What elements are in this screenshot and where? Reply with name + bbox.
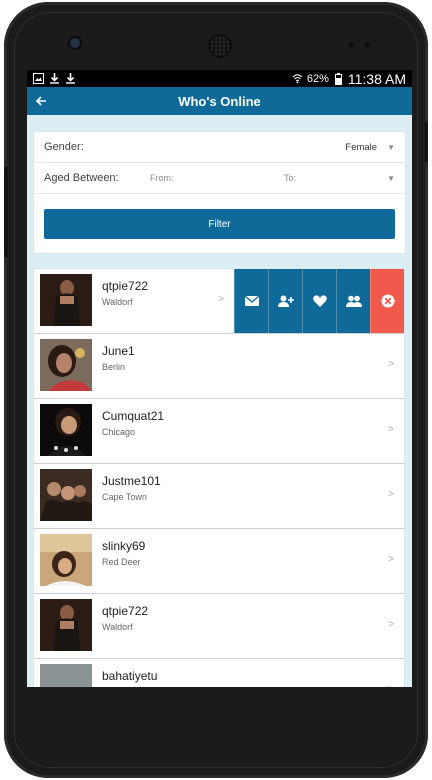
row-actions [234, 269, 404, 333]
age-range-row: Aged Between: From: To: ▼ [34, 163, 405, 194]
age-to-input[interactable]: To: [284, 173, 296, 183]
avatar [40, 599, 92, 651]
age-label: Aged Between: [44, 172, 119, 184]
favorite-button[interactable] [302, 269, 336, 333]
heart-icon [312, 295, 327, 307]
username: June1 [102, 344, 135, 358]
dismiss-button[interactable] [370, 269, 404, 333]
back-button[interactable] [27, 87, 55, 115]
avatar [40, 534, 92, 586]
list-item[interactable]: June1 Berlin > [34, 334, 404, 399]
clock: 11:38 AM [347, 70, 406, 87]
chevron-right-icon: > [388, 359, 394, 370]
proximity-sensor [348, 42, 354, 48]
chevron-down-icon[interactable]: ▼ [387, 174, 395, 183]
back-arrow-icon [35, 96, 46, 106]
list-item[interactable]: bahatiyetu > [34, 659, 404, 687]
friends-button[interactable] [336, 269, 370, 333]
username: bahatiyetu [102, 669, 158, 683]
avatar [40, 664, 92, 687]
username: Cumquat21 [102, 409, 165, 423]
avatar [40, 469, 92, 521]
list-item[interactable]: Cumquat21 Chicago > [34, 399, 404, 464]
gender-row[interactable]: Gender: Female ▼ [34, 132, 405, 163]
list-item[interactable]: Justme101 Cape Town > [34, 464, 404, 529]
user-location: Waldorf [102, 622, 133, 632]
filter-button[interactable]: Filter [44, 209, 395, 239]
chevron-right-icon: > [218, 294, 224, 305]
username: slinky69 [102, 539, 146, 553]
gender-select-value[interactable]: Female [345, 142, 377, 153]
add-friend-button[interactable] [268, 269, 302, 333]
user-location: Chicago [102, 427, 136, 437]
chevron-right-icon: > [388, 619, 394, 630]
user-location: Waldorf [102, 297, 133, 307]
chevron-down-icon: ▼ [387, 142, 395, 152]
phone-frame: 62% 11:38 AM Who's Online Gender: Female… [4, 2, 428, 778]
add-friend-icon [277, 295, 294, 307]
gallery-icon [33, 73, 44, 84]
age-from-input[interactable]: From: [150, 173, 284, 183]
friends-icon [345, 295, 362, 307]
chevron-right-icon: > [388, 489, 394, 500]
light-sensor [364, 42, 370, 48]
app-bar: Who's Online [27, 87, 412, 115]
avatar [40, 274, 92, 326]
battery-percent: 62% [306, 72, 329, 85]
close-icon [381, 294, 394, 308]
gender-label: Gender: [44, 141, 84, 153]
user-location: Berlin [102, 362, 126, 372]
chevron-right-icon: > [388, 554, 394, 565]
status-bar: 62% 11:38 AM [27, 70, 412, 87]
chevron-right-icon: > [388, 684, 394, 687]
filter-panel: Gender: Female ▼ Aged Between: From: To:… [33, 131, 406, 254]
list-item[interactable]: qtpie722 Waldorf > [34, 269, 404, 334]
user-list: qtpie722 Waldorf > June1 Berlin > Cumqua… [33, 268, 405, 687]
front-camera [70, 38, 80, 48]
battery-icon [333, 72, 344, 85]
username: qtpie722 [102, 279, 149, 293]
user-location: Red Deer [102, 557, 141, 567]
user-location: Cape Town [102, 492, 147, 502]
screen: 62% 11:38 AM Who's Online Gender: Female… [27, 70, 412, 687]
avatar [40, 339, 92, 391]
list-item[interactable]: qtpie722 Waldorf > [34, 594, 404, 659]
list-item[interactable]: slinky69 Red Deer > [34, 529, 404, 594]
volume-button [4, 167, 8, 257]
chevron-right-icon: > [388, 424, 394, 435]
download-icon [65, 73, 76, 84]
message-button[interactable] [234, 269, 268, 333]
username: Justme101 [102, 474, 161, 488]
username: qtpie722 [102, 604, 149, 618]
download-icon [49, 73, 60, 84]
wifi-icon [292, 73, 303, 84]
earpiece-speaker [210, 36, 230, 56]
power-button [425, 122, 428, 162]
avatar [40, 404, 92, 456]
page-title: Who's Online [178, 93, 261, 109]
mail-icon [244, 296, 259, 306]
